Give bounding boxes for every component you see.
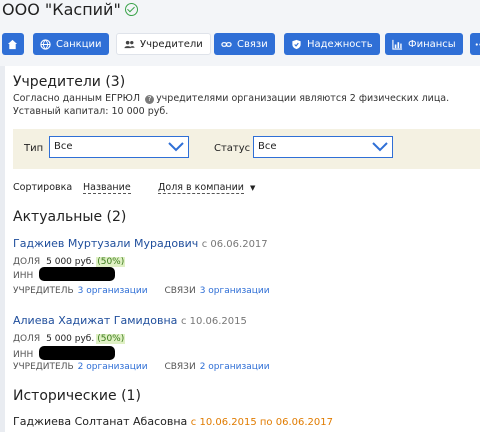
founder-inn: ИНН — [13, 346, 116, 360]
tab-links[interactable]: Связи — [214, 33, 275, 55]
founders-title: Учредители (3) — [13, 74, 126, 90]
founder-since-date: с 06.06.2017 — [201, 239, 268, 250]
tab-sanctions[interactable]: Санкции — [33, 33, 109, 55]
help-icon[interactable]: ? — [145, 95, 155, 104]
tab-founders[interactable]: Учредители — [116, 33, 211, 55]
founder-stats: УЧРЕДИТЕЛЬ 3 организации СВЯЗИ 3 организац… — [13, 286, 270, 296]
chevron-down-icon — [372, 142, 388, 152]
status-filter-label: Статус — [214, 143, 251, 154]
founders-panel: Учредители (3) Согласно данным ЕГРЮЛ ? уч… — [5, 66, 480, 432]
tab-label: Финансы — [408, 38, 456, 50]
founder-orgs-link[interactable]: 2 организации — [78, 362, 148, 372]
chart-icon — [392, 39, 403, 50]
tab-finance[interactable]: Финансы — [385, 33, 463, 55]
actual-founders-title: Актуальные (2) — [13, 209, 127, 225]
authorized-capital: Уставный капитал: 10 000 руб. — [13, 106, 169, 117]
links-orgs-link[interactable]: 2 организации — [200, 362, 270, 372]
sort-label: Сортировка — [13, 182, 73, 193]
verified-check-icon — [124, 3, 138, 16]
founder-inn: ИНН — [13, 267, 116, 281]
tab-label: Санкции — [56, 38, 102, 50]
shield-icon — [292, 39, 301, 49]
sort-by-share[interactable]: Доля в компании ▼ — [158, 182, 256, 194]
status-select[interactable]: Все — [253, 136, 393, 158]
founders-description: Согласно данным ЕГРЮЛ ? учредителями орга… — [13, 93, 450, 104]
tab-label: Учредители — [140, 38, 203, 50]
globe-icon — [40, 38, 51, 50]
links-orgs-link[interactable]: 3 организации — [200, 286, 270, 296]
users-icon — [124, 40, 135, 48]
historic-founder-period: с 10.06.2015 по 06.06.2017 — [190, 417, 333, 428]
type-select[interactable]: Все — [49, 136, 189, 158]
tab-more[interactable] — [470, 33, 480, 55]
founder-share: ДОЛЯ 5 000 руб. (50%) — [13, 257, 126, 267]
tab-home[interactable] — [2, 33, 24, 55]
founder-stats: УЧРЕДИТЕЛЬ 2 организации СВЯЗИ 2 организац… — [13, 362, 270, 372]
tab-label: Связи — [237, 38, 268, 50]
chevron-down-icon — [168, 142, 184, 152]
historic-founders-title: Исторические (1) — [13, 388, 141, 404]
redacted-inn — [39, 267, 116, 281]
more-icon — [475, 42, 480, 46]
redacted-inn — [39, 346, 116, 360]
founder-orgs-link[interactable]: 3 организации — [78, 286, 148, 296]
founder-name-link[interactable]: Алиева Хадижат Гамидовна с 10.06.2015 — [13, 314, 247, 327]
company-name: ООО "Каспий" — [2, 0, 121, 19]
founder-share: ДОЛЯ 5 000 руб. (50%) — [13, 334, 126, 344]
sort-by-name[interactable]: Название — [83, 182, 131, 194]
tab-label: Надежность — [307, 38, 373, 50]
caret-down-icon: ▼ — [250, 184, 256, 192]
founder-name-link[interactable]: Гаджиев Муртузали Мурадович с 06.06.2017 — [13, 237, 268, 250]
link-icon — [221, 41, 232, 47]
header: ООО "Каспий" Санкции Учредители Связи На… — [0, 0, 480, 66]
tab-reliability[interactable]: Надежность — [284, 33, 380, 55]
historic-founder-name: Гаджиева Солтанат Абасовна с 10.06.2015 … — [13, 415, 333, 428]
home-icon — [7, 39, 18, 49]
type-filter-label: Тип — [24, 143, 44, 154]
tab-bar: Санкции Учредители Связи Надежность Фина… — [0, 33, 480, 55]
company-title: ООО "Каспий" — [2, 0, 138, 19]
founder-since-date: с 10.06.2015 — [180, 316, 247, 327]
filter-bar: Тип Все Статус Все — [13, 129, 480, 169]
